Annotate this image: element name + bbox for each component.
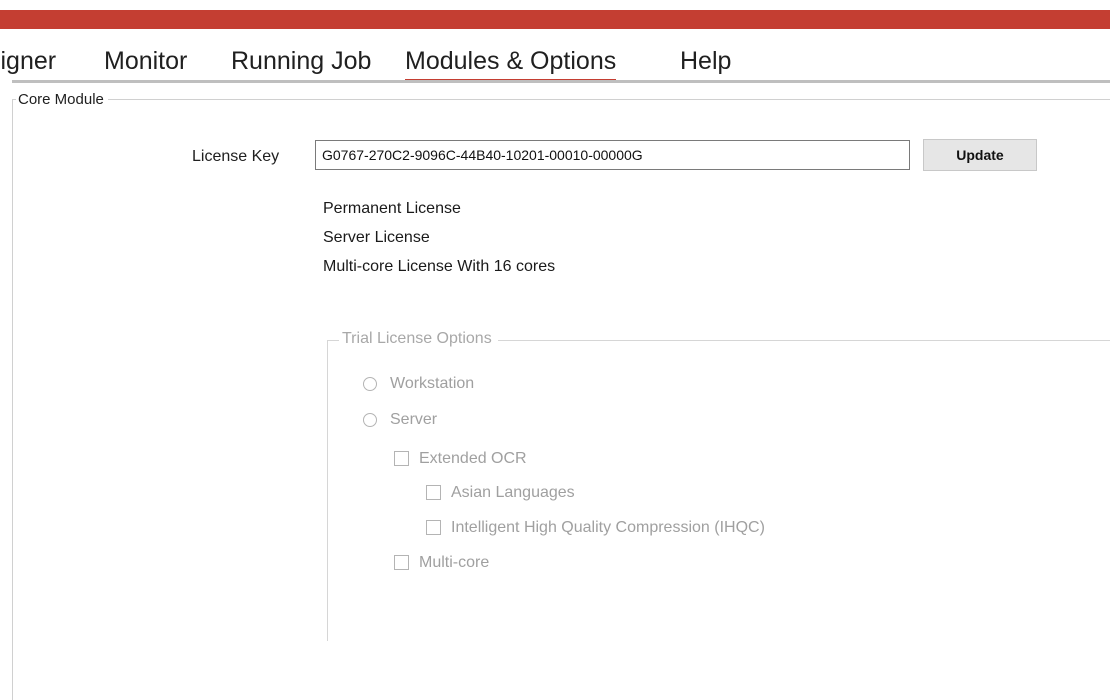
tab-modules-options[interactable]: Modules & Options [405,44,617,83]
tabs-divider [12,80,1110,83]
trial-options-legend: Trial License Options [339,330,498,348]
asian-languages-checkbox[interactable] [426,485,441,500]
tab-designer[interactable]: signer [0,44,56,78]
ihqc-checkbox[interactable] [426,520,441,535]
tab-running-job[interactable]: Running Job [231,44,371,78]
license-key-input[interactable] [315,140,910,170]
ihqc-label: Intelligent High Quality Compression (IH… [451,519,765,536]
multi-core-label: Multi-core [419,554,490,571]
tab-monitor[interactable]: Monitor [104,44,187,78]
server-label: Server [390,411,438,428]
core-module-legend: Core Module [16,91,108,108]
server-radio[interactable] [363,413,377,427]
workstation-label: Workstation [390,375,475,392]
title-bar-accent [0,10,1110,29]
asian-languages-label: Asian Languages [451,484,575,501]
license-status-multicore: Multi-core License With 16 cores [323,258,556,275]
update-button[interactable]: Update [923,139,1037,171]
license-status-server: Server License [323,229,430,246]
extended-ocr-checkbox[interactable] [394,451,409,466]
workstation-radio[interactable] [363,377,377,391]
license-key-label: License Key [192,148,280,165]
main-tabs: signer Monitor Running Job Modules & Opt… [0,44,1110,83]
license-status-permanent: Permanent License [323,200,461,217]
multi-core-checkbox[interactable] [394,555,409,570]
extended-ocr-label: Extended OCR [419,450,527,467]
tab-help[interactable]: Help [680,44,731,78]
